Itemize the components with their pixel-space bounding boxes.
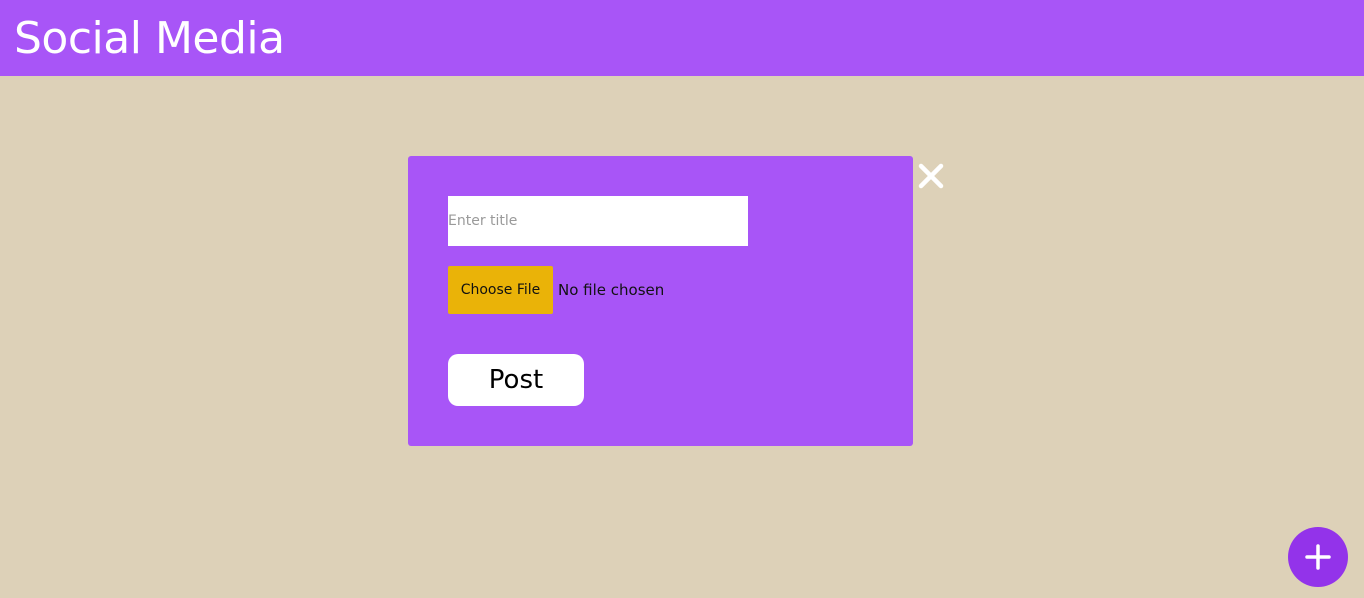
post-button[interactable]: Post	[448, 354, 584, 406]
close-icon	[918, 163, 944, 189]
file-status-text: No file chosen	[558, 281, 665, 299]
app-title: Social Media	[14, 13, 285, 64]
file-picker: Choose File No file chosen	[448, 266, 664, 314]
add-post-button[interactable]	[1288, 527, 1348, 587]
plus-icon	[1305, 544, 1331, 570]
app-header: Social Media	[0, 0, 1364, 76]
title-input[interactable]	[448, 196, 748, 246]
close-modal-button[interactable]	[917, 162, 945, 190]
create-post-modal: Choose File No file chosen Post	[408, 156, 913, 446]
choose-file-button[interactable]: Choose File	[448, 266, 553, 314]
